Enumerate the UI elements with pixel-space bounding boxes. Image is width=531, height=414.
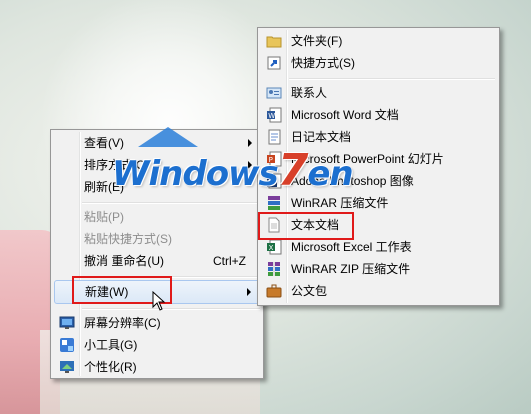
watermark-logo: Windows7en <box>112 145 354 196</box>
folder-icon <box>266 36 282 48</box>
menu-item-paste[interactable]: 粘贴(P) <box>54 206 260 228</box>
menu-item-personalize[interactable]: 个性化(R) <box>54 356 260 378</box>
personalize-icon <box>60 361 74 373</box>
menu-item-shortcut: Ctrl+Z <box>213 254 246 268</box>
submenu-item-contact[interactable]: 联系人 <box>261 82 497 104</box>
submenu-item-winrar-zip[interactable]: WinRAR ZIP 压缩文件 <box>261 258 497 280</box>
highlight-box-text-document <box>258 212 354 240</box>
submenu-item-shortcut[interactable]: 快捷方式(S) <box>261 52 497 74</box>
menu-item-label: 公文包 <box>291 284 328 298</box>
menu-separator <box>82 202 260 204</box>
watermark-text-en: en <box>307 154 353 194</box>
menu-item-paste-shortcut[interactable]: 粘贴快捷方式(S) <box>54 228 260 250</box>
menu-item-label: 快捷方式(S) <box>291 56 355 70</box>
shortcut-icon <box>267 56 281 70</box>
svg-text:X: X <box>269 244 274 252</box>
menu-separator <box>289 78 495 80</box>
watermark-roof-icon <box>138 127 198 147</box>
winrar-icon <box>268 196 280 210</box>
submenu-item-briefcase[interactable]: 公文包 <box>261 280 497 302</box>
word-doc-icon: W <box>267 107 282 123</box>
menu-item-label: 联系人 <box>291 86 328 100</box>
winrar-zip-icon <box>268 262 280 276</box>
contact-icon <box>266 87 282 99</box>
submenu-item-folder[interactable]: 文件夹(F) <box>261 30 497 52</box>
submenu-item-word[interactable]: W Microsoft Word 文档 <box>261 104 497 126</box>
gadget-icon <box>60 338 74 352</box>
menu-item-screen-resolution[interactable]: 屏幕分辨率(C) <box>54 312 260 334</box>
mouse-cursor-icon <box>152 291 166 311</box>
menu-item-label: Microsoft Word 文档 <box>291 108 399 122</box>
submenu-arrow-icon <box>247 288 251 296</box>
watermark-text-windows: Windows <box>112 154 279 194</box>
menu-item-gadgets[interactable]: 小工具(G) <box>54 334 260 356</box>
excel-icon: X <box>267 239 282 255</box>
menu-item-label: 粘贴快捷方式(S) <box>84 232 172 246</box>
menu-item-label: 小工具(G) <box>84 338 138 352</box>
journal-icon <box>268 129 281 145</box>
watermark-text-seven: 7 <box>277 145 309 196</box>
menu-item-label: 个性化(R) <box>84 360 137 374</box>
briefcase-icon <box>266 284 282 298</box>
svg-text:W: W <box>268 112 275 120</box>
menu-separator <box>82 308 260 310</box>
menu-item-label: 屏幕分辨率(C) <box>84 316 161 330</box>
menu-item-label: 粘贴(P) <box>84 210 124 224</box>
menu-item-undo-rename[interactable]: 撤消 重命名(U) Ctrl+Z <box>54 250 260 272</box>
monitor-icon <box>59 316 75 329</box>
menu-item-label: 撤消 重命名(U) <box>84 254 164 268</box>
menu-item-label: WinRAR ZIP 压缩文件 <box>291 262 411 276</box>
menu-item-label: 文件夹(F) <box>291 34 343 48</box>
